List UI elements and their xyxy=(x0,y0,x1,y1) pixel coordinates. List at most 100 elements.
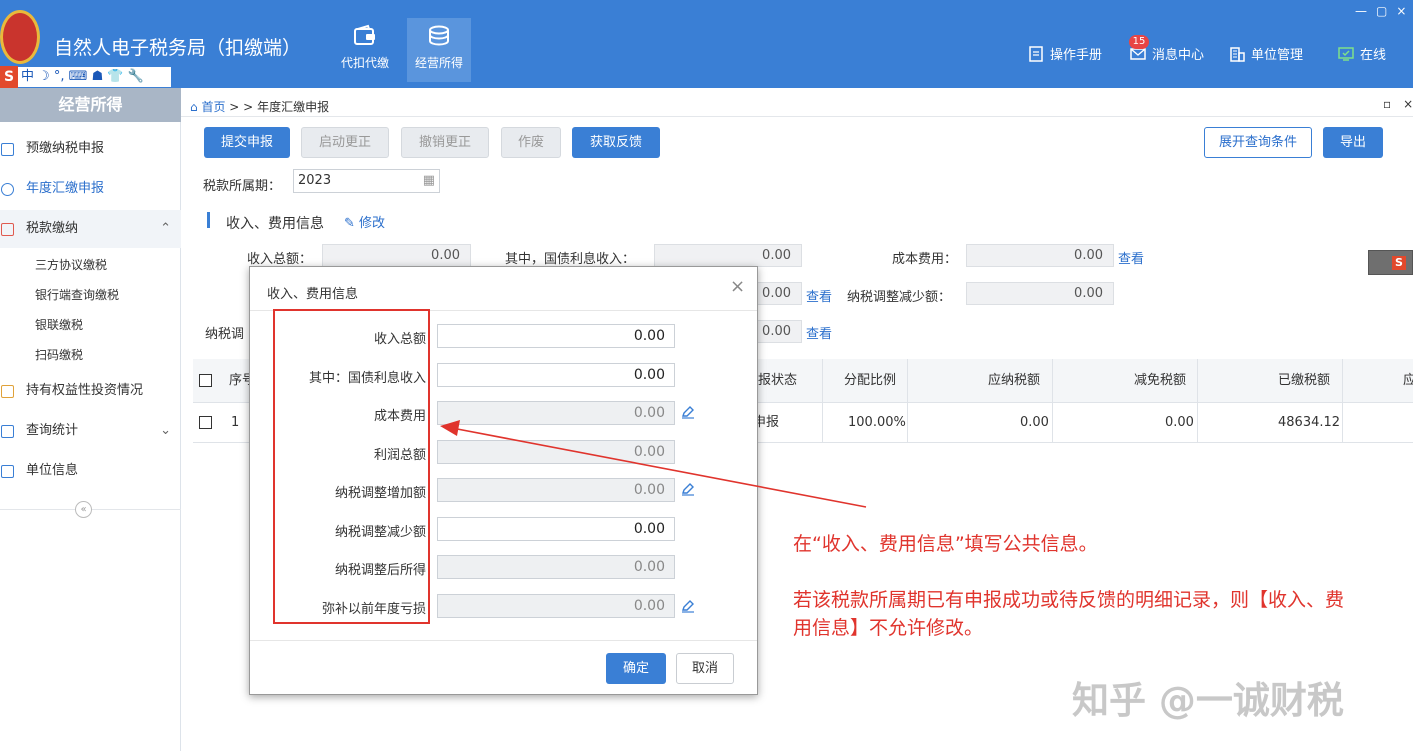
divider xyxy=(1197,359,1198,443)
coins-icon xyxy=(429,25,449,46)
cancel-button[interactable]: 取消 xyxy=(676,653,734,684)
divider xyxy=(250,640,757,641)
yuan-icon xyxy=(1,183,14,196)
breadcrumb-separator: > > xyxy=(229,100,254,114)
sidebar-item-label: 预缴纳税申报 xyxy=(26,141,105,156)
sidebar-item-tripartite-payment[interactable]: 三方协议缴税 xyxy=(0,250,181,280)
online-label: 在线 xyxy=(1360,48,1387,63)
list-icon xyxy=(1,465,14,478)
breadcrumb-current: 年度汇缴申报 xyxy=(257,100,330,114)
floating-ime-widget[interactable]: S xyxy=(1368,250,1413,275)
divider xyxy=(181,116,1413,117)
row3-label: 纳税调 xyxy=(205,327,245,342)
edit-link[interactable]: ✎ 修改 xyxy=(344,212,385,231)
sidebar-item-prepay-declaration[interactable]: 预缴纳税申报 xyxy=(0,130,181,168)
ime-toolbar[interactable]: 中 ☽ °, ⌨ ☗ 👕 🔧 xyxy=(0,66,172,88)
select-all-checkbox[interactable] xyxy=(199,374,212,387)
sidebar-item-unit-info[interactable]: 单位信息 xyxy=(0,452,181,490)
decrease-field[interactable]: 0.00 xyxy=(966,282,1114,305)
view-row2-link[interactable]: 查看 xyxy=(806,286,832,305)
manual-icon xyxy=(1029,46,1043,62)
void-button[interactable]: 作废 xyxy=(501,127,561,158)
online-status[interactable]: 在线 xyxy=(1338,44,1386,63)
total-income-field[interactable]: 0.00 xyxy=(322,244,471,267)
sidebar-item-qr-payment[interactable]: 扫码缴税 xyxy=(0,340,181,370)
window-controls[interactable]: —▢× xyxy=(1355,4,1413,18)
sidebar-title: 经营所得 xyxy=(0,88,181,122)
home-icon: ⌂ xyxy=(190,100,198,114)
annotation-line1: 在“收入、费用信息”填写公共信息。 xyxy=(793,533,1098,555)
sidebar-item-label: 税款缴纳 xyxy=(26,221,79,236)
message-center-label: 消息中心 xyxy=(1152,48,1205,63)
app-title: 自然人电子税务局（扣缴端） xyxy=(54,37,302,59)
start-correction-button[interactable]: 启动更正 xyxy=(301,127,389,158)
collapse-sidebar-button[interactable]: « xyxy=(75,501,92,518)
sidebar-item-label: 银联缴税 xyxy=(35,318,84,332)
export-button[interactable]: 导出 xyxy=(1323,127,1383,158)
sidebar-item-bank-query-payment[interactable]: 银行端查询缴税 xyxy=(0,280,181,310)
unit-management-link[interactable]: 单位管理 xyxy=(1229,44,1303,63)
watermark: 知乎 @一诚财税 xyxy=(1072,679,1344,722)
manual-link[interactable]: 操作手册 xyxy=(1028,44,1102,63)
nav-withholding-label: 代扣代缴 xyxy=(340,56,389,70)
sidebar-item-label: 持有权益性投资情况 xyxy=(26,383,144,398)
pencil-icon: ✎ xyxy=(344,216,355,231)
close-icon[interactable]: × xyxy=(730,276,745,297)
confirm-button[interactable]: 确定 xyxy=(606,653,666,684)
sidebar-item-label: 银行端查询缴税 xyxy=(35,288,120,302)
cancel-correction-button[interactable]: 撤销更正 xyxy=(401,127,489,158)
building-icon xyxy=(1230,47,1245,62)
tab-controls[interactable]: ▫× xyxy=(1383,97,1413,111)
expand-query-button[interactable]: 展开查询条件 xyxy=(1204,127,1312,158)
cell-tax-relief: 0.00 xyxy=(1165,415,1194,430)
view-cost-link[interactable]: 查看 xyxy=(1118,248,1144,267)
row-checkbox[interactable] xyxy=(199,416,212,429)
period-label: 税款所属期： xyxy=(203,179,282,194)
col-next: 应 xyxy=(1403,373,1413,388)
sidebar-item-equity-investment[interactable]: 持有权益性投资情况 xyxy=(0,372,181,410)
sidebar-item-annual-declaration[interactable]: 年度汇缴申报 xyxy=(0,170,181,208)
sidebar-item-label: 查询统计 xyxy=(26,423,79,438)
sidebar-item-unionpay-payment[interactable]: 银联缴税 xyxy=(0,310,181,340)
sidebar-item-label: 年度汇缴申报 xyxy=(26,181,105,196)
statistics-icon xyxy=(1,425,14,438)
tax-adjust-decrease-input[interactable]: 0.00 xyxy=(437,517,675,541)
sidebar-item-label: 三方协议缴税 xyxy=(35,258,108,272)
sogou-icon: S xyxy=(1392,256,1406,270)
tax-payment-icon xyxy=(1,223,14,236)
total-income-input[interactable]: 0.00 xyxy=(437,324,675,348)
breadcrumb: ⌂ 首页 > > 年度汇缴申报 xyxy=(190,98,329,115)
total-income-label: 收入总额： xyxy=(247,252,313,267)
nav-withholding[interactable]: 代扣代缴 xyxy=(333,18,397,82)
edit-link-label: 修改 xyxy=(359,216,386,231)
get-feedback-button[interactable]: 获取反馈 xyxy=(572,127,660,158)
adjusted-income-input: 0.00 xyxy=(437,555,675,579)
nav-business-income-label: 经营所得 xyxy=(414,56,463,70)
sidebar-item-tax-payment[interactable]: 税款缴纳 ⌃ xyxy=(0,210,181,248)
bond-interest-field[interactable]: 0.00 xyxy=(654,244,802,267)
cost-field[interactable]: 0.00 xyxy=(966,244,1114,267)
national-emblem-icon xyxy=(0,10,40,64)
cell-seq: 1 xyxy=(231,415,240,430)
submit-declaration-button[interactable]: 提交申报 xyxy=(204,127,290,158)
highlight-box xyxy=(273,309,430,624)
period-value: 2023 xyxy=(298,173,332,188)
bond-interest-input[interactable]: 0.00 xyxy=(437,363,675,387)
equity-icon xyxy=(1,385,14,398)
annotation-line2b: 用信息】不允许修改。 xyxy=(793,617,984,639)
period-input[interactable]: 2023 ▦ xyxy=(293,169,440,193)
sidebar-item-query-statistics[interactable]: 查询统计 ⌄ xyxy=(0,412,181,450)
breadcrumb-home[interactable]: 首页 xyxy=(201,100,225,114)
view-row3-link[interactable]: 查看 xyxy=(806,323,832,342)
wallet-icon xyxy=(354,24,375,45)
nav-business-income[interactable]: 经营所得 xyxy=(407,18,471,82)
col-status: 报状态 xyxy=(758,373,798,388)
calendar-icon[interactable]: ▦ xyxy=(423,170,435,192)
sidebar-item-label: 扫码缴税 xyxy=(35,348,84,362)
col-tax-relief: 减免税额 xyxy=(1134,373,1187,388)
section-title: 收入、费用信息 xyxy=(226,216,324,232)
section-marker xyxy=(207,212,210,228)
edit-prior-loss-icon[interactable] xyxy=(681,599,695,613)
sogou-ime-icon[interactable]: S xyxy=(0,66,18,88)
annotation-line2a: 若该税款所属期已有申报成功或待反馈的明细记录，则【收入、费 xyxy=(793,589,1345,611)
